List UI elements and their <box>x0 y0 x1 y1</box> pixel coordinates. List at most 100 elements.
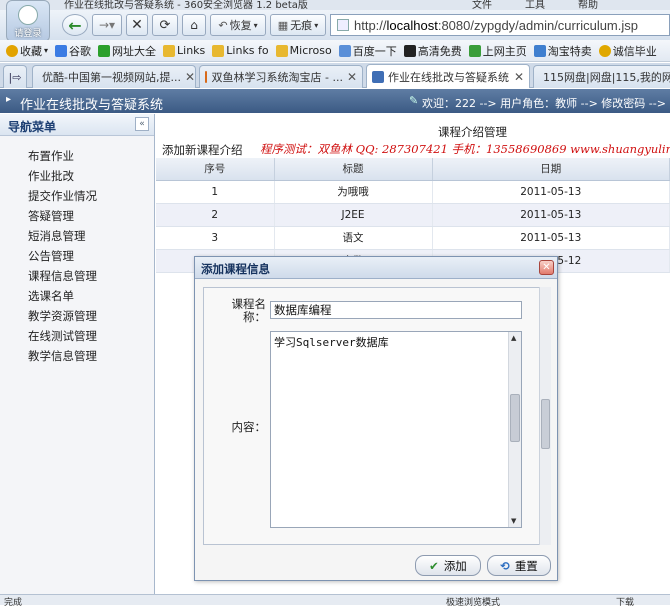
pen-icon: ✎ <box>409 94 419 107</box>
forward-button[interactable]: →▾ <box>92 14 122 36</box>
sidebar-toggle-button[interactable]: |⇨ <box>3 65 27 88</box>
folder-icon <box>275 44 288 57</box>
shop-icon <box>205 71 208 83</box>
textarea-scrollbar[interactable]: ▲ ▼ <box>508 332 521 527</box>
sidebar: 导航菜单 « 布置作业 作业批改 提交作业情况 答疑管理 短消息管理 公告管理 … <box>0 114 155 594</box>
course-name-input[interactable]: 数据库编程 <box>270 301 522 319</box>
scroll-down-icon[interactable]: ▼ <box>511 517 516 525</box>
cell-date: 2011-05-13 <box>432 226 670 250</box>
cell-title[interactable]: 为哦哦 <box>274 180 433 204</box>
home-button[interactable]: ⌂ <box>182 14 206 36</box>
tab-bar: |⇨ 优酷-中国第一视频网站,提... ✕ 双鱼林学习系统淘宝店 - ... ✕… <box>0 63 670 88</box>
column-header: 日期 <box>432 158 670 181</box>
restore-label: 恢复 <box>229 19 252 32</box>
incognito-button[interactable]: ▦ 无痕 ▾ <box>270 14 326 36</box>
favorite-label: Microso <box>289 44 332 57</box>
web-icon <box>98 44 111 57</box>
favorite-item[interactable]: 高清免费 <box>403 43 462 59</box>
tab-shop[interactable]: 双鱼林学习系统淘宝店 - ... ✕ <box>199 65 363 88</box>
back-button[interactable]: ← <box>62 14 88 36</box>
table-row[interactable]: 2 J2EE 2011-05-13 <box>156 203 670 227</box>
favorite-label: 谷歌 <box>69 44 92 58</box>
stop-button[interactable]: ✕ <box>126 14 148 36</box>
tab-homework-system[interactable]: 作业在线批改与答疑系统 ✕ <box>366 64 530 88</box>
refresh-icon: ⟳ <box>159 17 171 33</box>
cell-title[interactable]: 语文 <box>274 226 433 250</box>
dialog-title: 添加课程信息 <box>201 262 270 276</box>
url-host: localhost <box>386 17 438 33</box>
browse-mode[interactable]: 极速浏览模式 <box>446 595 500 608</box>
m-icon <box>403 44 416 57</box>
window-titlebar: 作业在线批改与答疑系统 - 360安全浏览器 1.2 beta版 文件 工具 帮… <box>0 0 670 11</box>
favorite-item[interactable]: Microso <box>275 44 332 57</box>
scrollbar-thumb[interactable] <box>541 399 550 449</box>
incognito-label: 无痕 <box>290 19 313 32</box>
close-icon[interactable]: ✕ <box>539 260 554 275</box>
user-info[interactable]: 欢迎：222 --> 用户角色：教师 --> 修改密码 --> 退 <box>422 95 670 111</box>
dialog-header[interactable]: 添加课程信息 ✕ <box>195 257 557 279</box>
sidebar-item-messages[interactable]: 短消息管理 <box>28 228 86 244</box>
check-icon: ✔ <box>429 558 439 573</box>
sidebar-item-notices[interactable]: 公告管理 <box>28 248 74 264</box>
restore-button[interactable]: ↶ 恢复 ▾ <box>210 14 266 36</box>
favorite-item[interactable]: 收藏 ▾ <box>6 43 48 59</box>
favorite-item[interactable]: 诚信毕业 <box>598 43 657 59</box>
scroll-up-icon[interactable]: ▲ <box>511 334 516 342</box>
tab-label: 双鱼林学习系统淘宝店 - ... <box>211 71 343 84</box>
close-tab-icon[interactable]: ✕ <box>514 70 524 84</box>
user-icon <box>18 5 38 25</box>
sidebar-item-tests[interactable]: 在线测试管理 <box>28 328 97 344</box>
tab-label: 优酷-中国第一视频网站,提... <box>42 71 181 84</box>
add-button-label: 添加 <box>443 558 467 573</box>
close-tab-icon[interactable]: ✕ <box>185 70 195 84</box>
reset-button[interactable]: ⟲ 重置 <box>487 555 551 576</box>
table-row[interactable]: 3 语文 2011-05-13 <box>156 226 670 250</box>
arrow-icon: ▸ <box>6 94 12 105</box>
favorite-item[interactable]: 上网主页 <box>468 43 527 59</box>
favorite-item[interactable]: Links fo <box>212 44 269 57</box>
sidebar-item-teaching-info[interactable]: 教学信息管理 <box>28 348 97 364</box>
sidebar-item-qa[interactable]: 答疑管理 <box>28 208 74 224</box>
tab-115[interactable]: 115网盘|网盘|115,我的网 <box>533 65 670 88</box>
close-tab-icon[interactable]: ✕ <box>347 70 357 84</box>
status-text: 完成 <box>4 598 23 608</box>
dialog-scrollbar[interactable] <box>539 287 551 545</box>
sidebar-item-enrollment[interactable]: 选课名单 <box>28 288 74 304</box>
sidebar-title: 导航菜单 <box>8 120 57 134</box>
add-button[interactable]: ✔ 添加 <box>415 555 481 576</box>
cell-index: 2 <box>156 203 275 227</box>
favorite-item[interactable]: 谷歌 <box>55 43 91 59</box>
page-icon <box>338 44 351 57</box>
refresh-button[interactable]: ⟳ <box>152 14 178 36</box>
favorite-item[interactable]: 网址大全 <box>98 43 156 59</box>
column-header: 标题 <box>274 158 433 181</box>
sidebar-item-submission-status[interactable]: 提交作业情况 <box>28 188 97 204</box>
favorite-label: Links fo <box>226 44 269 57</box>
sidebar-item-assign-homework[interactable]: 布置作业 <box>28 148 74 164</box>
table-row[interactable]: 1 为哦哦 2011-05-13 <box>156 180 670 204</box>
sidebar-item-resources[interactable]: 教学资源管理 <box>28 308 97 324</box>
content-textarea[interactable]: 学习Sqlserver数据库 ▲ ▼ <box>270 331 522 528</box>
login-avatar[interactable]: 请登录 <box>6 0 50 42</box>
sidebar-item-courses[interactable]: 课程信息管理 <box>28 268 97 284</box>
download-button[interactable]: 下载 <box>616 595 634 608</box>
home-icon <box>468 44 481 57</box>
address-bar[interactable]: http://localhost:8080/zypgdy/admin/curri… <box>330 14 670 36</box>
tab-youku[interactable]: 优酷-中国第一视频网站,提... ✕ <box>32 65 196 88</box>
scrollbar-thumb[interactable] <box>510 394 520 442</box>
page-title: 课程介绍管理 <box>438 125 507 139</box>
sidebar-item-grade-homework[interactable]: 作业批改 <box>28 168 74 184</box>
cell-index: 1 <box>156 180 275 204</box>
add-course-intro-link[interactable]: 添加新课程介绍 <box>162 142 243 158</box>
url-path: :8080/zypgdy/admin/curriculum.jsp <box>437 17 638 33</box>
tab-label: 作业在线批改与答疑系统 <box>388 70 509 84</box>
face-icon <box>598 44 611 57</box>
restore-icon: ↶ <box>218 18 228 32</box>
collapse-icon[interactable]: « <box>135 117 149 131</box>
content-label: 内容： <box>231 420 267 434</box>
favorite-item[interactable]: 百度一下 <box>338 43 397 59</box>
favorite-item[interactable]: Links <box>163 44 205 57</box>
favorite-item[interactable]: 淘宝特卖 <box>533 43 592 59</box>
favorite-label: 高清免费 <box>417 44 462 58</box>
cell-title[interactable]: J2EE <box>274 203 433 227</box>
